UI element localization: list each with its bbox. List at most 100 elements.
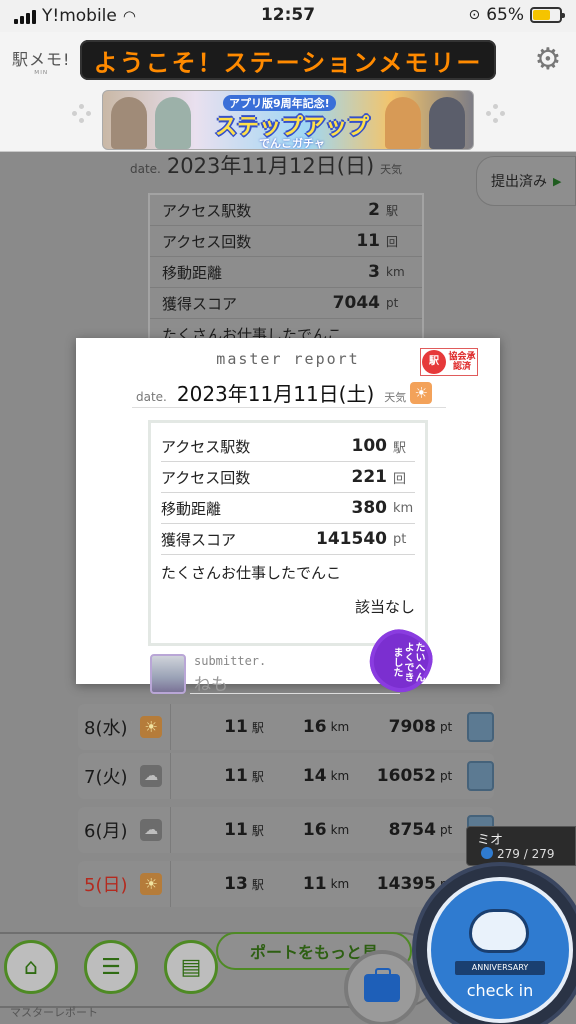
gear-icon[interactable]: ⚙ [532,44,564,76]
stat-unit: pt [386,296,399,310]
list-item[interactable]: 6(月) ☁ 11 駅 16 km 8754 pt [78,807,495,853]
bg-report-stats: アクセス駅数 2 駅 アクセス回数 11 回 移動距離 3 km 獲得スコア 7044 pt た… [148,193,424,344]
stat-row: アクセス回数 221 回 [161,462,415,493]
distance: 14 [302,766,327,786]
station-unit: 駅 [251,769,264,784]
stat-unit: 回 [386,234,399,249]
signal-icon [14,8,36,24]
app-logo[interactable]: 駅メモ! ᴹᴵᴺ [12,46,70,80]
submitted-tab[interactable]: 提出済み ▶ [476,156,576,206]
stat-label: アクセス回数 [162,232,252,251]
distance-unit: km [330,769,350,783]
divider [190,693,400,694]
submitter-name: ねも [194,675,228,695]
points-unit: pt [439,769,453,783]
denco-badge[interactable]: ミオ 279 / 279 [466,826,576,866]
cloud-icon: ☁ [140,819,163,841]
stat-label: アクセス駅数 [162,201,252,220]
briefcase-button[interactable] [344,950,420,1024]
battery-icon [530,7,565,23]
points: 16052 [376,766,436,786]
points: 7908 [388,717,436,737]
denco-count: 279 / 279 [497,847,555,861]
train-list-icon[interactable]: ▤ [164,940,218,994]
stat-label: アクセス回数 [161,468,251,487]
anniversary-badge: ANNIVERSARY [455,961,545,975]
report-icon[interactable]: ☰ [84,940,138,994]
station-unit: 駅 [251,877,264,892]
stat-row: 移動距離 3 km [150,257,422,288]
logo-text: 駅メモ! [12,50,71,69]
banner-subtitle: でんこガチャ [259,137,325,150]
station-count: 11 [224,766,248,786]
banner-character [111,97,147,149]
points-unit: pt [439,823,453,837]
stat-unit: km [393,500,414,516]
check-in-label: check in [466,981,534,1000]
approval-stamp: たいへんよくできました [364,624,438,698]
stat-label: 獲得スコア [161,530,237,549]
date-label: date. [136,390,167,404]
stat-value: 3 [368,262,380,282]
stamp-text: たいへんよくできました [391,642,424,682]
gacha-banner[interactable]: アプリ版9周年記念! ステップアップ でんこガチャ [102,90,474,150]
report-message: たくさんお仕事したでんこ [161,563,342,582]
battery-percent: 65% [486,5,524,25]
station-count: 11 [224,820,248,840]
chevron-right-icon: ▶ [553,174,562,188]
date-value: 2023年11月12日(日) [166,154,375,178]
stat-row: アクセス回数 11 回 [150,226,422,257]
banner-character [385,97,421,149]
distance-unit: km [330,720,350,734]
report-date: date. 2023年11月11日(土) 天気 ☀ [132,378,446,408]
briefcase-icon [364,968,400,1002]
station-unit: 駅 [251,720,264,735]
weather-label: 天気 [380,163,403,176]
points: 8754 [388,820,436,840]
stat-value: 11 [356,231,380,251]
banner-next-dots[interactable] [482,104,506,124]
association-badge: 駅 協会承認済 [420,348,478,376]
stat-value: 2 [368,200,380,220]
distance: 16 [302,820,327,840]
avatar [467,761,495,791]
date-label: date. [130,162,161,176]
stat-row: 移動距離 380 km [161,493,415,524]
stat-label: 獲得スコア [162,294,238,313]
stat-value: 141540 [316,529,387,549]
nav-label: マスターレポート [10,1006,98,1019]
stat-row: アクセス駅数 100 駅 [161,431,415,462]
submitter-avatar [150,654,186,694]
submitter-label: submitter. [194,654,267,668]
list-item[interactable]: 8(水) ☀ 11 駅 16 km 7908 pt [78,704,495,750]
day-label: 7(火) [84,767,128,788]
distance: 11 [302,874,327,894]
stat-value: 221 [351,467,388,487]
day-label: 8(水) [84,718,128,739]
station-memory-icon: 駅 [422,350,446,374]
sun-icon: ☀ [140,716,163,738]
app-header: 駅メモ! ᴹᴵᴺ ようこそ！ステーションメモリー ⚙ アプリ版9周年記念! ステ… [0,32,576,152]
mascot-icon [469,909,529,953]
cloud-icon: ☁ [140,765,163,787]
banner-prev-dots[interactable] [72,104,96,124]
denco-name: ミオ [477,833,504,848]
master-report-modal[interactable]: master report 駅 協会承認済 date. 2023年11月11日(… [76,338,500,698]
home-icon[interactable]: ⌂ [4,940,58,994]
station-count: 11 [224,717,248,737]
distance: 16 [302,717,327,737]
stat-value: 7044 [332,293,380,313]
sun-icon: ☀ [410,381,433,404]
report-result: 該当なし [354,597,415,616]
stat-value: 100 [351,436,388,456]
weather-label: 天気 [384,391,407,404]
avatar [467,712,495,742]
stat-unit: 駅 [386,203,399,218]
stat-row: アクセス駅数 2 駅 [150,195,422,226]
day-label: 6(月) [84,821,128,842]
list-item[interactable]: 7(火) ☁ 11 駅 14 km 16052 pt [78,753,495,799]
link-icon [481,847,493,859]
badge-text: 協会承認済 [448,352,476,372]
banner-character [429,97,465,149]
stat-unit: 回 [393,471,407,487]
